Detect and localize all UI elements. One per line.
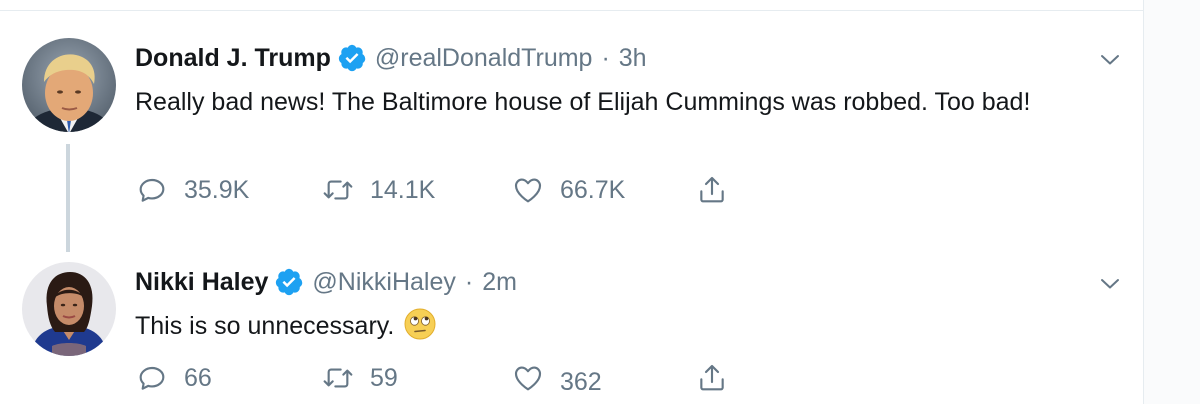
timestamp[interactable]: 2m <box>482 268 517 297</box>
share-icon <box>696 174 728 206</box>
heart-icon <box>512 362 544 394</box>
tweet-text: This is so unnecessary. <box>135 308 1125 344</box>
tweet-actions: 35.9K 14.1K 66.7K <box>136 172 746 208</box>
reply-icon <box>136 362 168 394</box>
tweet-header: Donald J. Trump @realDonaldTrump · 3h <box>135 40 647 76</box>
reply-button[interactable]: 66 <box>136 360 212 396</box>
chevron-down-icon[interactable] <box>1098 48 1122 72</box>
like-button[interactable]: 362 <box>512 360 602 396</box>
reply-count: 35.9K <box>184 175 250 204</box>
display-name[interactable]: Donald J. Trump <box>135 44 331 73</box>
right-sidebar-edge <box>1144 0 1200 404</box>
verified-badge-icon <box>337 43 367 73</box>
heart-icon <box>512 174 544 206</box>
verified-badge-icon <box>274 267 304 297</box>
like-button[interactable]: 66.7K <box>512 172 625 208</box>
retweet-icon <box>322 174 354 206</box>
share-button[interactable] <box>696 172 744 208</box>
chevron-down-icon[interactable] <box>1098 272 1122 296</box>
retweet-icon <box>322 362 354 394</box>
timestamp[interactable]: 3h <box>619 44 647 73</box>
retweet-button[interactable]: 14.1K <box>322 172 435 208</box>
share-icon <box>696 362 728 394</box>
handle[interactable]: @realDonaldTrump <box>375 44 593 73</box>
separator-dot: · <box>601 43 610 72</box>
share-button[interactable] <box>696 360 744 396</box>
face-with-rolling-eyes-emoji <box>404 308 436 340</box>
retweet-count: 14.1K <box>370 175 436 204</box>
handle[interactable]: @NikkiHaley <box>312 268 455 297</box>
retweet-button[interactable]: 59 <box>322 360 398 396</box>
timeline-right-border <box>1143 0 1144 404</box>
like-count: 362 <box>560 367 602 396</box>
reply-count: 66 <box>184 363 212 392</box>
tweet-actions: 66 59 362 <box>136 360 746 396</box>
avatar[interactable] <box>22 262 116 356</box>
reply-button[interactable]: 35.9K <box>136 172 249 208</box>
display-name[interactable]: Nikki Haley <box>135 268 268 297</box>
avatar[interactable] <box>22 38 116 132</box>
tweet-header: Nikki Haley @NikkiHaley · 2m <box>135 264 517 300</box>
reply-icon <box>136 174 168 206</box>
tweet-text: Really bad news! The Baltimore house of … <box>135 88 1031 116</box>
separator-dot: · <box>464 267 474 296</box>
thread-connector-line <box>66 144 70 252</box>
retweet-count: 59 <box>370 363 398 392</box>
like-count: 66.7K <box>560 175 626 204</box>
tweet-text-content: This is so unnecessary. <box>135 312 395 340</box>
top-divider <box>0 10 1145 11</box>
